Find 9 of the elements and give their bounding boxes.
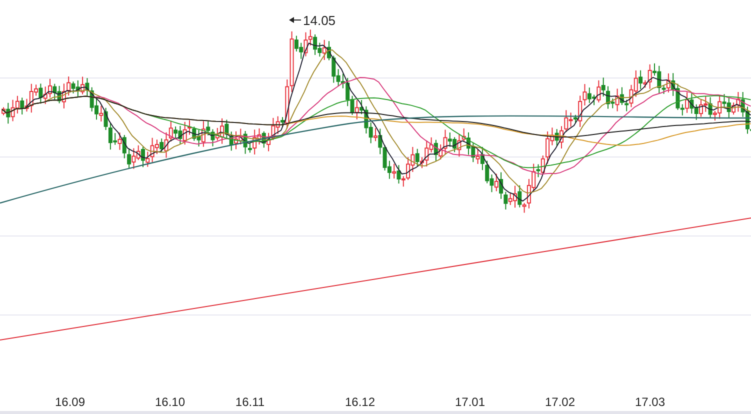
- price-label: 14.05: [303, 13, 336, 28]
- axis-label: 17.03: [634, 395, 666, 409]
- axis-label: 16.11: [235, 395, 265, 409]
- axis-label: 16.12: [344, 395, 376, 409]
- axis-label: 17.02: [544, 395, 576, 409]
- leader-line: [289, 17, 302, 23]
- axis-label: 16.09: [54, 395, 86, 409]
- axis-label: 17.01: [454, 395, 486, 409]
- axis-label: 16.10: [154, 395, 186, 409]
